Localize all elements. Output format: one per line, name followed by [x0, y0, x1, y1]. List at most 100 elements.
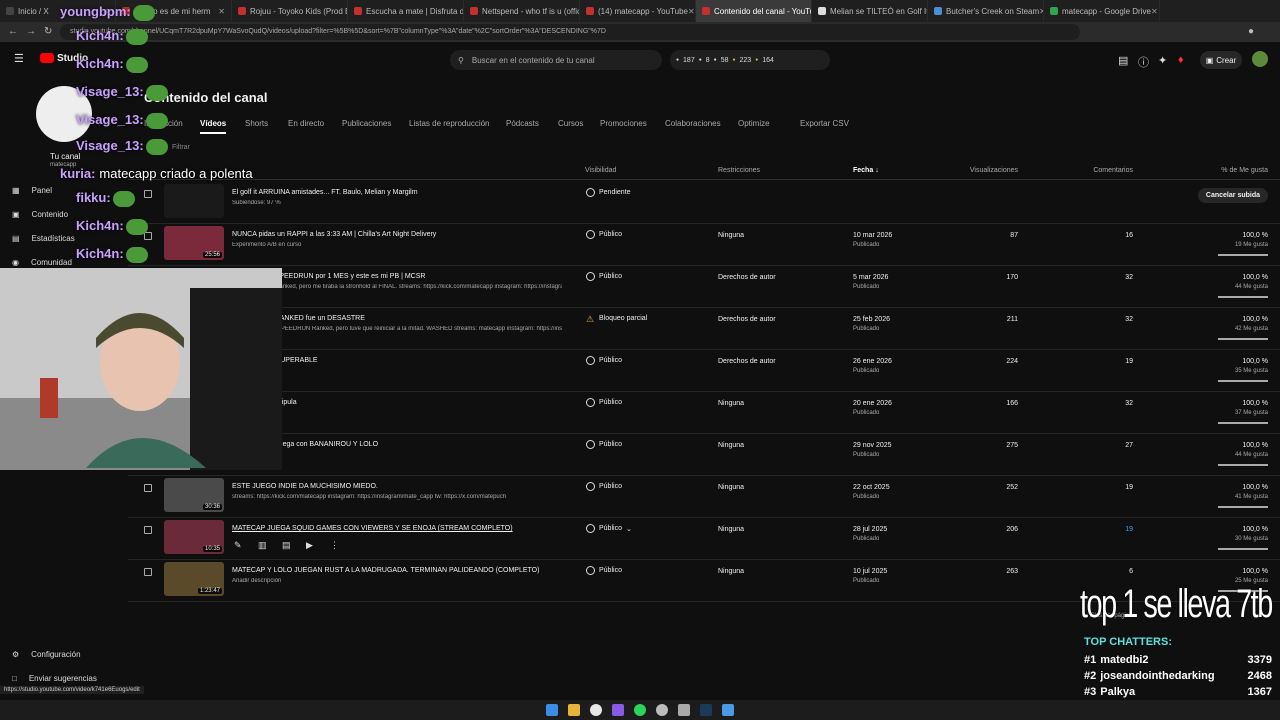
more-icon[interactable]: ⋮	[330, 540, 339, 551]
comments-cell[interactable]: 6	[1129, 568, 1133, 575]
reload-icon[interactable]: ↻	[44, 26, 52, 37]
sparkle-icon[interactable]: ✦	[1158, 54, 1167, 67]
visibility-cell[interactable]: Público ⌄	[586, 524, 632, 533]
col-date[interactable]: Fecha ↓	[853, 167, 879, 174]
windows-start-icon[interactable]	[546, 704, 558, 716]
youtube-logo-icon[interactable]	[40, 53, 54, 63]
browser-tab[interactable]: es mio es de mi herm ✕	[116, 0, 232, 22]
table-row[interactable]: ENTES ES INSUPERABLEA/B completadoPúblic…	[128, 350, 1280, 392]
sidebar-settings[interactable]: ⚙ Configuración	[12, 650, 81, 659]
browser-tab[interactable]: matecapp - Google Drive ✕	[1044, 0, 1160, 22]
visibility-cell[interactable]: Público	[586, 482, 622, 491]
video-title[interactable]: El golf it ARRUINA amistades... FT. Baul…	[232, 189, 418, 196]
sidebar-item-analytics[interactable]: ▤ Estadísticas	[12, 234, 75, 243]
col-views[interactable]: Visualizaciones	[970, 167, 1018, 174]
menu-icon[interactable]: ☰	[14, 52, 24, 65]
visibility-cell[interactable]: Público	[586, 356, 622, 365]
browser-tab[interactable]: Melian se TILTEÓ en Golf It✕	[812, 0, 928, 22]
steam-icon[interactable]	[700, 704, 712, 716]
comments-cell[interactable]: 32	[1125, 274, 1133, 281]
visibility-cell[interactable]: ⚠ Bloqueo parcial	[586, 314, 647, 324]
notifications-icon[interactable]: ♦	[1178, 54, 1184, 66]
video-title[interactable]: MATECAP JUEGA SQUID GAMES CON VIEWERS Y …	[232, 525, 513, 532]
col-likes[interactable]: % de Me gusta	[1221, 167, 1268, 174]
subtitles-icon[interactable]: ▤	[1118, 54, 1128, 67]
search-input[interactable]: ⚲ Buscar en el contenido de tu canal	[450, 50, 662, 70]
video-title[interactable]: ESTE JUEGO INDIE DA MUCHISIMO MIEDO.	[232, 483, 378, 490]
visibility-cell[interactable]: Público	[586, 230, 622, 239]
table-row[interactable]: asusta... te manipulaA/B completadoPúbli…	[128, 392, 1280, 434]
table-row[interactable]: El golf it ARRUINA amistades... FT. Baul…	[128, 182, 1280, 224]
sidebar-item-panel[interactable]: ▦ Panel	[12, 186, 52, 195]
comments-cell[interactable]: 19	[1125, 484, 1133, 491]
video-thumbnail[interactable]: 30:36	[164, 478, 224, 512]
chevron-down-icon[interactable]: ⌄	[626, 525, 632, 533]
browser-tab[interactable]: Butcher's Creek on Steam✕	[928, 0, 1044, 22]
comments-icon[interactable]: ▤	[282, 540, 291, 551]
comments-cell[interactable]: 16	[1125, 232, 1133, 239]
app-icon-3[interactable]	[722, 704, 734, 716]
tab-cursos[interactable]: Cursos	[558, 119, 583, 128]
tab-shorts[interactable]: Shorts	[245, 119, 268, 128]
chrome-icon[interactable]	[590, 704, 602, 716]
row-checkbox[interactable]	[144, 484, 152, 492]
tab-publicaciones[interactable]: Publicaciones	[342, 119, 391, 128]
visibility-cell[interactable]: Público	[586, 398, 622, 407]
edit-icon[interactable]: ✎	[234, 540, 242, 551]
table-row[interactable]: MINECRAFT RANKED fue un DESASTREen MINEC…	[128, 308, 1280, 350]
spotify-icon[interactable]	[634, 704, 646, 716]
obs-icon[interactable]	[656, 704, 668, 716]
visibility-cell[interactable]: Público	[586, 566, 622, 575]
table-row[interactable]: 30:36 ESTE JUEGO INDIE DA MUCHISIMO MIEDO…	[128, 476, 1280, 518]
comments-cell[interactable]: 27	[1125, 442, 1133, 449]
file-explorer-icon[interactable]	[568, 704, 580, 716]
visibility-cell[interactable]: Público	[586, 440, 622, 449]
url-field[interactable]: studio.youtube.com/channel/UCqmT7R2dpuMp…	[60, 24, 1080, 40]
video-thumbnail[interactable]: 10:35	[164, 520, 224, 554]
sidebar-feedback[interactable]: □ Enviar sugerencias	[12, 674, 97, 683]
browser-tab[interactable]: Rojuu - Toyoko Kids (Prod By✕	[232, 0, 348, 22]
sidebar-item-content[interactable]: ▣ Contenido	[12, 210, 68, 219]
profile-icon[interactable]: ●	[1248, 26, 1254, 37]
visibility-cell[interactable]: Público	[586, 272, 622, 281]
comments-cell[interactable]: 19	[1125, 358, 1133, 365]
row-checkbox[interactable]	[144, 526, 152, 534]
tab-en-directo[interactable]: En directo	[288, 119, 324, 128]
tab-colaboraciones[interactable]: Colaboraciones	[665, 119, 721, 128]
tab-exportar-csv[interactable]: Exportar CSV	[800, 119, 849, 128]
create-button[interactable]: ▣ Crear	[1200, 51, 1242, 69]
video-title[interactable]: NUNCA pidas un RAPPI a las 3:33 AM | Chi…	[232, 231, 436, 238]
browser-tab[interactable]: Inicio / X ✕	[0, 0, 116, 22]
close-icon[interactable]: ✕	[688, 7, 695, 16]
table-row[interactable]: ARC RIDERS juega con BANANIROU Y LOLOA/B…	[128, 434, 1280, 476]
table-row[interactable]: MINECRAFT SPEEDRUN por 1 MES y este es m…	[128, 266, 1280, 308]
col-visibility[interactable]: Visibilidad	[585, 167, 616, 174]
video-thumbnail[interactable]: 25:56	[164, 226, 224, 260]
browser-tab[interactable]: (14) matecapp - YouTube ✕	[580, 0, 696, 22]
close-icon[interactable]: ✕	[102, 7, 109, 16]
tab-pódcasts[interactable]: Pódcasts	[506, 119, 539, 128]
table-row[interactable]: 25:56 NUNCA pidas un RAPPI a las 3:33 AM …	[128, 224, 1280, 266]
tab-promociones[interactable]: Promociones	[600, 119, 647, 128]
tab-vídeos[interactable]: Vídeos	[200, 119, 226, 128]
close-icon[interactable]: ✕	[218, 7, 225, 16]
forward-icon[interactable]: →	[26, 26, 36, 37]
sidebar-item-community[interactable]: ◉ Comunidad	[12, 258, 72, 267]
comments-cell[interactable]: 32	[1125, 400, 1133, 407]
filter-input[interactable]: Filtrar	[172, 144, 190, 151]
youtube-icon[interactable]: ▶	[306, 540, 313, 551]
browser-tab[interactable]: Nettspend - who tf is u (offici✕	[464, 0, 580, 22]
comments-cell[interactable]: 32	[1125, 316, 1133, 323]
table-row[interactable]: 10:35 MATECAP JUEGA SQUID GAMES CON VIEWE…	[128, 518, 1280, 560]
back-icon[interactable]: ←	[8, 26, 18, 37]
channel-avatar[interactable]	[36, 86, 92, 142]
video-thumbnail[interactable]	[164, 184, 224, 218]
app-icon[interactable]	[612, 704, 624, 716]
studio-logo[interactable]: Studio	[57, 53, 88, 64]
row-checkbox[interactable]	[144, 568, 152, 576]
cancel-upload-button[interactable]: Cancelar subida	[1197, 188, 1268, 203]
row-checkbox[interactable]	[144, 232, 152, 240]
row-checkbox[interactable]	[144, 190, 152, 198]
help-icon[interactable]: ⓘ	[1138, 54, 1149, 70]
app-icon-2[interactable]	[678, 704, 690, 716]
